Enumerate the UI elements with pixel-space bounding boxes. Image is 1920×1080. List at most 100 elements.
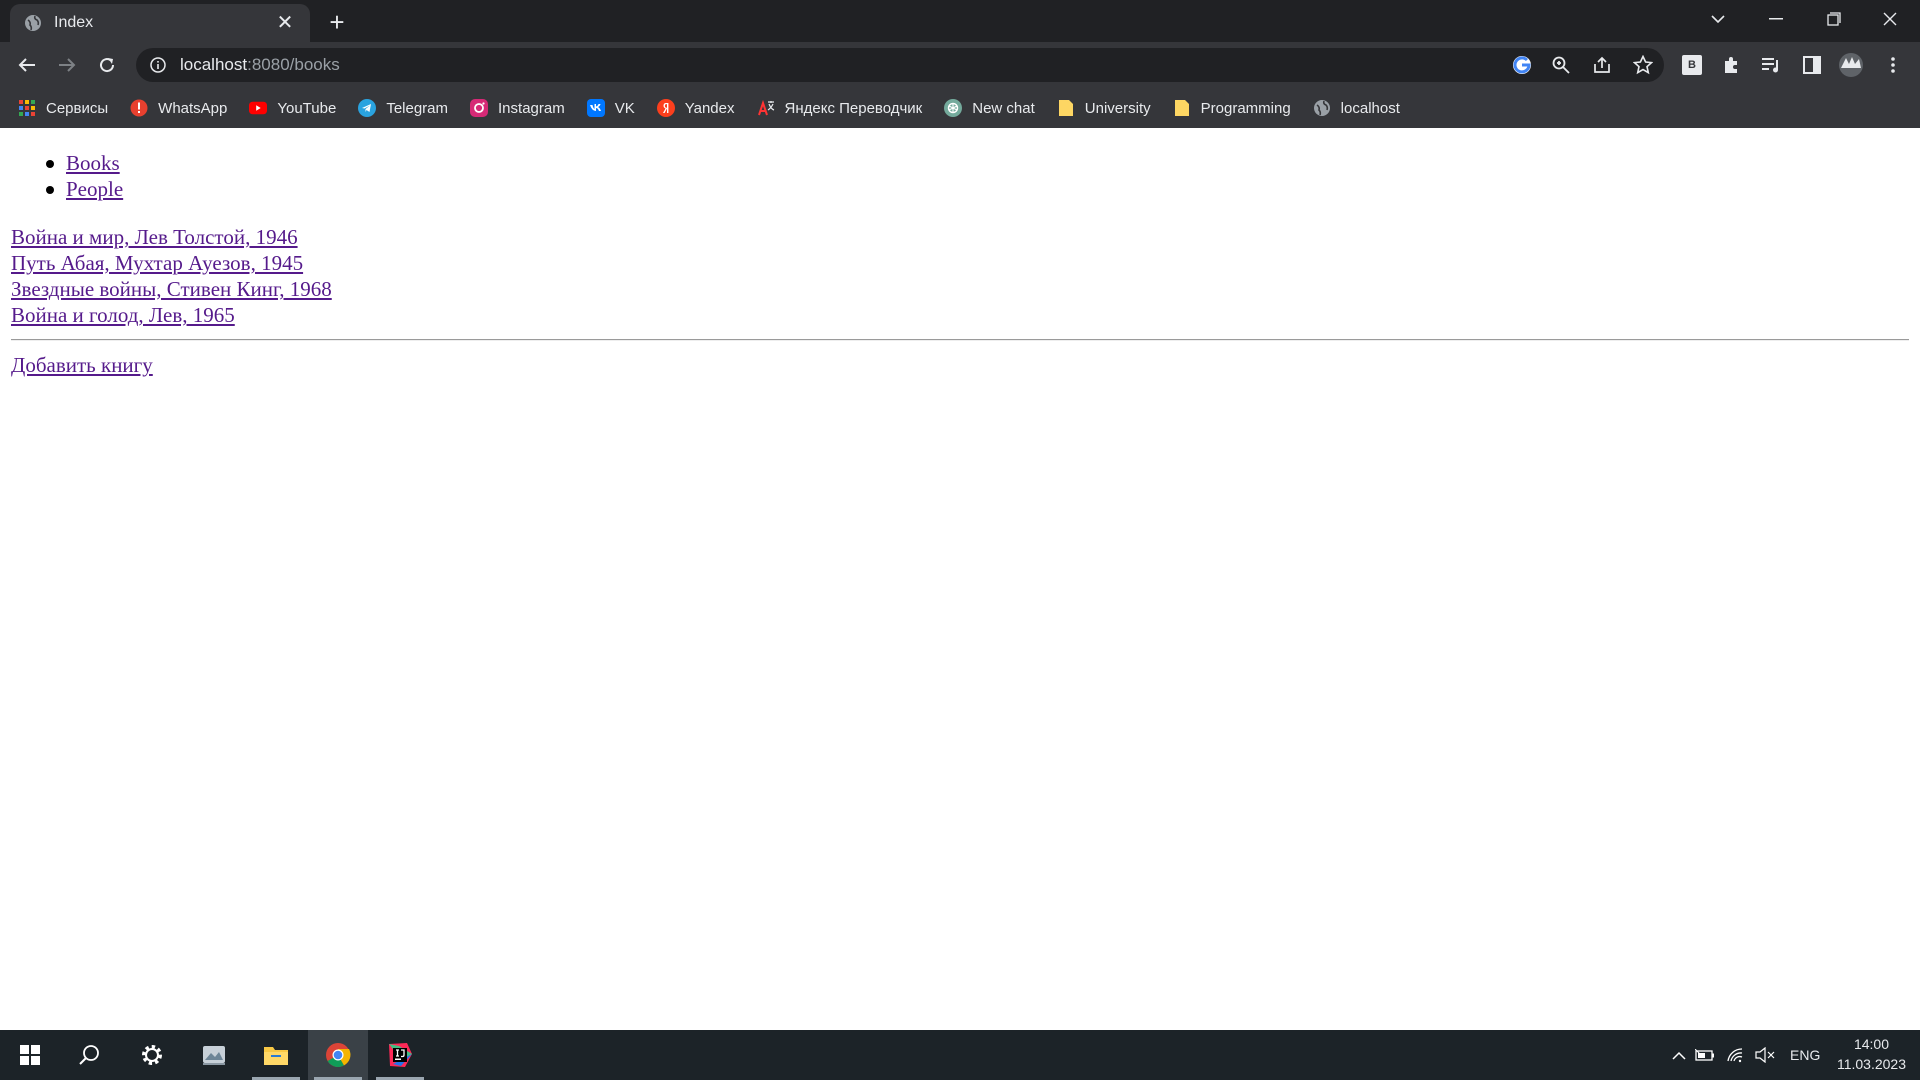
zoom-icon[interactable]	[1548, 52, 1574, 78]
file-explorer-icon[interactable]	[246, 1030, 306, 1080]
google-lens-icon[interactable]	[1509, 52, 1535, 78]
clock-time: 14:00	[1853, 1036, 1889, 1052]
bookmark-services[interactable]: Сервисы	[18, 93, 108, 123]
extension-b-icon[interactable]: B	[1679, 52, 1705, 78]
nav-link-people[interactable]: People	[66, 177, 123, 201]
bookmark-label: VK	[614, 99, 635, 117]
book-list: Война и мир, Лев Толстой, 1946 Путь Абая…	[11, 224, 332, 328]
start-windows-icon[interactable]	[0, 1030, 60, 1080]
clock-date: 11.03.2023	[1836, 1056, 1906, 1072]
page-content: Books People Война и мир, Лев Толстой, 1…	[0, 128, 1920, 1030]
nav-item-people: People	[45, 176, 123, 202]
list-item: Война и голод, Лев, 1965	[11, 302, 332, 328]
bookmark-new-chat[interactable]: New chat	[944, 93, 1035, 123]
address-bar[interactable]: localhost:8080/books	[136, 48, 1664, 82]
extension-badge-label: B	[1688, 59, 1696, 71]
book-link[interactable]: Война и голод, Лев, 1965	[11, 303, 235, 327]
bookmark-label: YouTube	[277, 99, 337, 117]
browser-tab-strip: Index ✕ +	[0, 0, 1920, 42]
folder-icon	[1057, 99, 1075, 117]
bookmark-youtube[interactable]: YouTube	[249, 93, 336, 123]
site-info-icon[interactable]	[150, 57, 166, 73]
bookmark-label: localhost	[1340, 99, 1400, 117]
system-tray: ENG	[1668, 1030, 1820, 1080]
bookmark-telegram[interactable]: Telegram	[358, 93, 448, 123]
wifi-icon[interactable]	[1720, 1047, 1750, 1063]
globe-icon	[25, 15, 41, 31]
nav-item-books: Books	[45, 150, 123, 176]
search-icon[interactable]	[60, 1030, 120, 1080]
bookmark-label: Telegram	[386, 99, 449, 117]
input-language[interactable]: ENG	[1790, 1047, 1820, 1063]
instagram-icon	[470, 99, 489, 117]
chevron-up-icon[interactable]	[1668, 1051, 1690, 1060]
list-item: Война и мир, Лев Толстой, 1946	[11, 224, 332, 250]
globe-icon	[1313, 99, 1331, 117]
url-path: :8080/books	[247, 55, 340, 74]
photo-viewer-icon[interactable]	[184, 1030, 244, 1080]
vk-icon	[586, 99, 605, 117]
share-icon[interactable]	[1589, 52, 1615, 78]
clock[interactable]: 14:00 11.03.2023	[1837, 1034, 1906, 1074]
taskbar: ENG 14:00 11.03.2023	[0, 1030, 1920, 1080]
add-book-link[interactable]: Добавить книгу	[11, 353, 153, 377]
restore-icon[interactable]	[1806, 0, 1862, 38]
bookmark-star-icon[interactable]	[1630, 52, 1656, 78]
bookmark-folder-university[interactable]: University	[1057, 93, 1151, 123]
apps-grid-icon	[18, 99, 36, 117]
folder-icon	[1173, 99, 1191, 117]
whatsapp-icon	[130, 99, 148, 117]
horizontal-rule	[11, 339, 1909, 341]
extensions-puzzle-icon[interactable]	[1718, 52, 1744, 78]
new-tab-icon[interactable]: +	[323, 8, 351, 36]
bookmark-vk[interactable]: VK	[586, 93, 635, 123]
browser-tab-index[interactable]: Index ✕	[10, 4, 310, 42]
speaker-muted-icon[interactable]	[1750, 1047, 1780, 1063]
media-queue-icon[interactable]	[1758, 52, 1784, 78]
tab-search-icon[interactable]	[1690, 0, 1746, 38]
book-link[interactable]: Путь Абая, Мухтар Ауезов, 1945	[11, 251, 303, 275]
bookmark-label: Сервисы	[46, 99, 109, 117]
reload-icon[interactable]	[92, 50, 122, 80]
bookmark-yandex-translate[interactable]: Яндекс Переводчик	[757, 93, 923, 123]
battery-icon[interactable]	[1690, 1049, 1720, 1061]
bookmark-localhost[interactable]: localhost	[1313, 93, 1400, 123]
back-arrow-icon[interactable]	[12, 50, 42, 80]
main-nav: Books People	[45, 150, 123, 202]
book-link[interactable]: Война и мир, Лев Толстой, 1946	[11, 225, 298, 249]
window-close-icon[interactable]	[1862, 0, 1918, 38]
telegram-icon	[358, 99, 377, 117]
url-host: localhost	[180, 55, 248, 74]
side-panel-icon[interactable]	[1799, 52, 1825, 78]
bookmark-label: WhatsApp	[158, 99, 228, 117]
bookmark-yandex[interactable]: Yandex	[656, 93, 735, 123]
browser-toolbar: localhost:8080/books B	[0, 42, 1920, 88]
chrome-taskbar-icon[interactable]	[308, 1030, 368, 1080]
bookmark-label: University	[1084, 99, 1151, 117]
add-book-row: Добавить книгу	[11, 352, 153, 378]
list-item: Путь Абая, Мухтар Ауезов, 1945	[11, 250, 332, 276]
chatgpt-icon	[944, 99, 963, 117]
menu-kebab-icon[interactable]	[1880, 52, 1906, 78]
bookmarks-bar: Сервисы WhatsApp YouTube Telegram Instag…	[0, 88, 1920, 128]
intellij-idea-icon[interactable]	[370, 1030, 430, 1080]
bookmark-whatsapp[interactable]: WhatsApp	[130, 93, 227, 123]
book-link[interactable]: Звездные войны, Стивен Кинг, 1968	[11, 277, 332, 301]
bookmark-label: New chat	[972, 99, 1035, 117]
bookmark-label: Yandex	[684, 99, 735, 117]
settings-gear-icon[interactable]	[122, 1030, 182, 1080]
tab-close-icon[interactable]: ✕	[274, 12, 296, 34]
youtube-icon	[249, 99, 268, 117]
bookmark-label: Programming	[1200, 99, 1291, 117]
tab-title: Index	[54, 14, 94, 31]
bookmark-instagram[interactable]: Instagram	[470, 93, 565, 123]
profile-avatar-icon[interactable]	[1838, 52, 1864, 78]
bookmark-folder-programming[interactable]: Programming	[1173, 93, 1291, 123]
minimize-icon[interactable]	[1748, 0, 1804, 38]
list-item: Звездные войны, Стивен Кинг, 1968	[11, 276, 332, 302]
translate-icon	[757, 99, 775, 117]
yandex-icon	[656, 99, 675, 117]
bookmark-label: Яндекс Переводчик	[784, 99, 923, 117]
nav-link-books[interactable]: Books	[66, 151, 120, 175]
forward-arrow-icon[interactable]	[52, 50, 82, 80]
